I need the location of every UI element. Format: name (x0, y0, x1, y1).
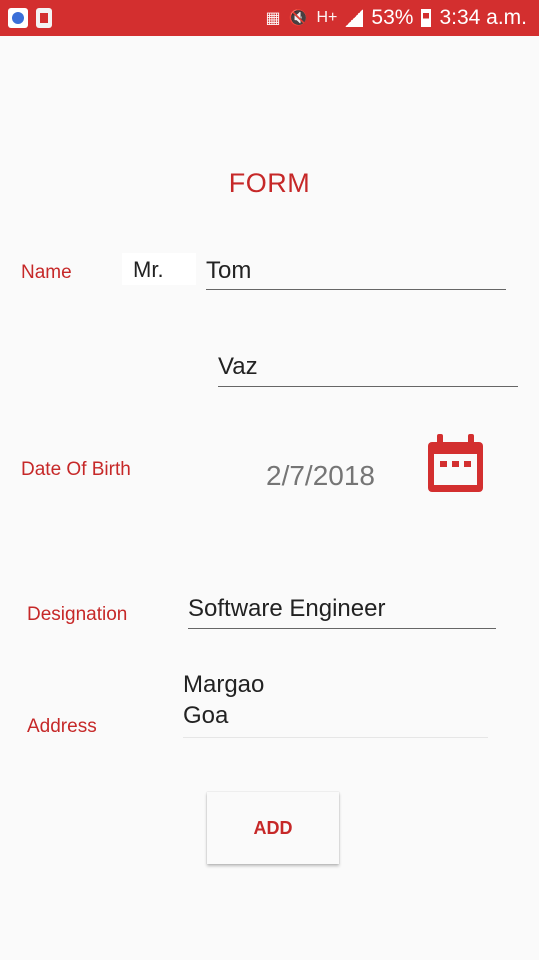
address-line: Margao (183, 671, 265, 698)
designation-input[interactable] (188, 590, 496, 629)
dob-label: Date Of Birth (21, 459, 131, 480)
address-input[interactable]: Margao Goa (183, 669, 488, 738)
clock: 3:34 a.m. (439, 6, 527, 29)
app-icon (8, 8, 28, 28)
add-button[interactable]: ADD (207, 792, 339, 864)
form-title: FORM (228, 168, 311, 198)
status-bar-right: ▦ 🔇 H+ 53% 3:34 a.m. (265, 6, 527, 30)
last-name-input[interactable] (218, 348, 518, 387)
cast-icon: ▦ (265, 10, 281, 27)
calendar-icon[interactable] (426, 434, 485, 494)
name-label: Name (21, 262, 72, 283)
clipboard-icon (36, 8, 52, 28)
address-line: Goa (183, 702, 229, 729)
status-bar: ▦ 🔇 H+ 53% 3:34 a.m. (0, 0, 539, 36)
title-prefix-spinner[interactable]: Mr. (122, 253, 196, 285)
signal-icon (345, 9, 364, 27)
mute-icon: 🔇 (288, 10, 309, 27)
status-bar-left (8, 8, 52, 28)
designation-label: Designation (27, 604, 128, 625)
network-type: H+ (316, 9, 338, 26)
battery-icon (421, 9, 432, 27)
battery-percent: 53% (371, 6, 414, 29)
dob-value[interactable]: 2/7/2018 (266, 460, 375, 492)
address-label: Address (27, 716, 97, 737)
first-name-input[interactable] (206, 252, 506, 290)
